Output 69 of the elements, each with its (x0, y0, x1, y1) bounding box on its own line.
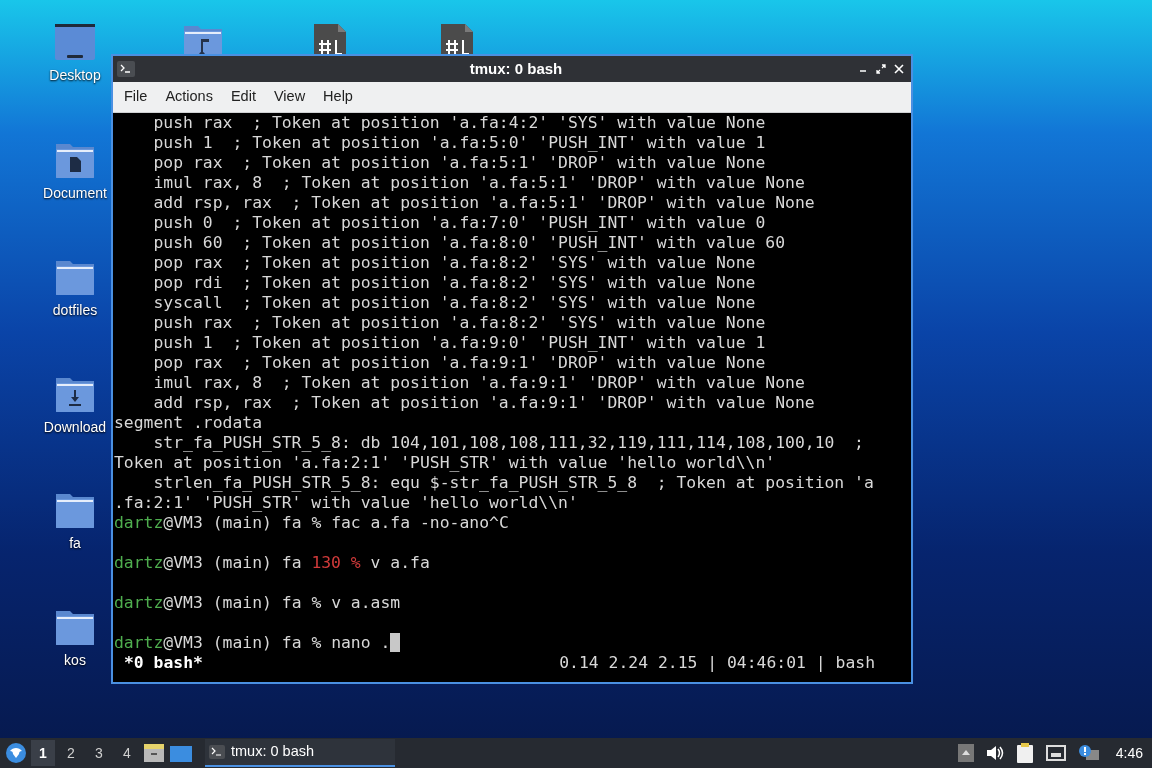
prompt-user: dartz (114, 513, 164, 533)
desktop-icon-label[interactable]: fa (69, 534, 81, 552)
terminal-line: pop rax ; Token at position 'a.fa:5:1' 'DROP' with value None (152, 153, 767, 173)
terminal-line: imul rax, 8 ; Token at position 'a.fa:5:1' 'DROP' with value None (152, 173, 806, 193)
tmux-window-label: *0 bash* (123, 653, 203, 673)
terminal-line: add rsp, rax ; Token at position 'a.fa:9:1' 'DROP' with value None (152, 393, 816, 413)
workspace-button[interactable]: 2 (59, 740, 83, 766)
tmux-status-info: 0.14 2.24 2.15 | 04:46:01 | bash (559, 653, 876, 673)
desktop-icon-label[interactable]: kos (64, 651, 86, 669)
terminal-line: syscall ; Token at position 'a.fa:8:2' 'SYS' with value None (152, 293, 757, 313)
terminal-line: add rsp, rax ; Token at position 'a.fa:5:1' 'DROP' with value None (152, 193, 816, 213)
tray-expand-icon[interactable] (957, 744, 974, 762)
menu-item[interactable]: Edit (221, 86, 265, 108)
desktop-icon-label[interactable]: Document (43, 184, 107, 202)
command-text: fac a.fa -no-ano^C (331, 513, 509, 533)
folder-icon[interactable] (169, 743, 193, 763)
terminal-line: push 1 ; Token at position 'a.fa:9:0' 'PUSH_INT' with value 1 (152, 333, 767, 353)
prompt-status: % (311, 593, 322, 613)
terminal-line: .fa:2:1' 'PUSH_STR' with value 'hello world\\n' (114, 493, 579, 513)
terminal-line: imul rax, 8 ; Token at position 'a.fa:9:1' 'DROP' with value None (152, 373, 806, 393)
menu-item[interactable]: Actions (156, 86, 222, 108)
desktop-icon-label[interactable]: dotfiles (52, 301, 98, 319)
clipboard-icon[interactable] (1015, 742, 1034, 764)
terminal-line: str_fa_PUSH_STR_5_8: db 104,101,108,108,111,32,119,111,114,108,100,10 ; (152, 433, 865, 453)
text-cursor (390, 633, 401, 652)
menu-item[interactable]: Help (314, 86, 362, 108)
command-text: v a.asm (331, 593, 401, 613)
close-icon[interactable] (893, 63, 905, 75)
terminal-icon (117, 61, 135, 77)
terminal-line: strlen_fa_PUSH_STR_5_8: equ $-str_fa_PUSH_STR_5_8 ; Token at position 'a (152, 473, 875, 493)
command-text: v a.fa (370, 553, 430, 573)
terminal-line: push 1 ; Token at position 'a.fa:5:0' 'PUSH_INT' with value 1 (152, 133, 767, 153)
maximize-icon[interactable] (875, 63, 887, 75)
prompt-status: % (311, 633, 322, 653)
network-icon[interactable] (1045, 744, 1066, 762)
file-cabinet-icon[interactable] (143, 743, 165, 763)
terminal-line: pop rdi ; Token at position 'a.fa:8:2' 'SYS' with value None (152, 273, 757, 293)
prompt-host: @VM3 (main) fa (163, 553, 302, 573)
prompt-host: @VM3 (main) fa (163, 513, 302, 533)
workspace-button[interactable]: 1 (31, 740, 55, 766)
taskbar-window-button[interactable]: tmux: 0 bash (205, 739, 395, 767)
terminal-line: pop rax ; Token at position 'a.fa:9:1' 'DROP' with value None (152, 353, 767, 373)
notification-icon[interactable] (1077, 744, 1100, 762)
prompt-user: dartz (114, 593, 164, 613)
prompt-host: @VM3 (main) fa (163, 633, 302, 653)
terminal-line: pop rax ; Token at position 'a.fa:8:2' 'SYS' with value None (152, 253, 757, 273)
workspace-button[interactable]: 4 (115, 740, 139, 766)
window-title: tmux: 0 bash (469, 58, 563, 79)
prompt-user: dartz (114, 553, 164, 573)
terminal-line: push rax ; Token at position 'a.fa:4:2' 'SYS' with value None (152, 113, 767, 133)
terminal-icon (209, 745, 225, 759)
desktop-icon (55, 22, 95, 62)
desktop-icon-label[interactable]: Download (43, 418, 107, 436)
terminal-line: push rax ; Token at position 'a.fa:8:2' 'SYS' with value None (152, 313, 767, 333)
terminal-line: Token at position 'a.fa:2:1' 'PUSH_STR' with value 'hello world\\n' (114, 453, 777, 473)
volume-icon[interactable] (985, 745, 1004, 761)
prompt-status: % (311, 513, 322, 533)
prompt-user: dartz (114, 633, 164, 653)
menu-item[interactable]: View (264, 86, 315, 108)
terminal-line: push 0 ; Token at position 'a.fa:7:0' 'PUSH_INT' with value 0 (152, 213, 767, 233)
prompt-host: @VM3 (main) fa (163, 593, 302, 613)
terminal-line: segment .rodata (114, 413, 264, 433)
workspace-button[interactable]: 3 (87, 740, 111, 766)
command-text: nano . (331, 633, 391, 653)
clock[interactable]: 4:46 (1111, 742, 1143, 764)
prompt-status: 130 % (311, 553, 361, 573)
terminal-line: push 60 ; Token at position 'a.fa:8:0' 'PUSH_INT' with value 60 (152, 233, 787, 253)
menu-item[interactable]: File (115, 86, 157, 108)
start-menu-icon[interactable] (5, 742, 27, 764)
